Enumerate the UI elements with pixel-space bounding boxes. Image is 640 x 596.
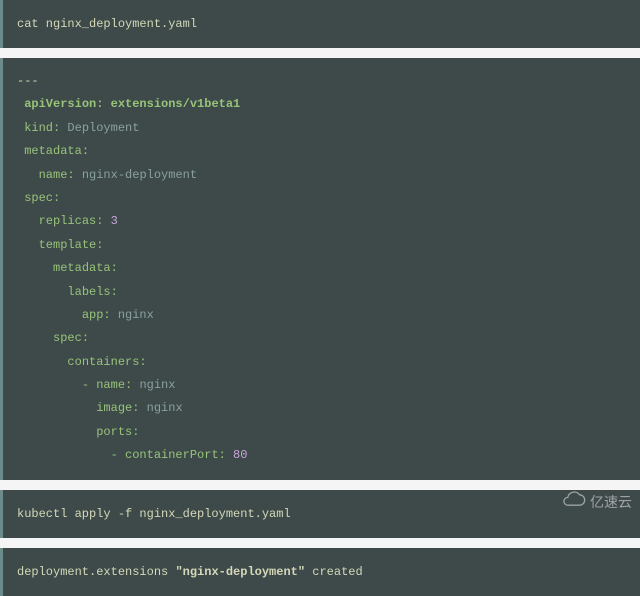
yaml-key-apiversion: apiVersion: — [24, 97, 103, 111]
output-name: "nginx-deployment" — [175, 565, 305, 579]
yaml-key-replicas: replicas: — [39, 214, 104, 228]
yaml-val-cname: nginx — [139, 378, 175, 392]
code-block-yaml: --- apiVersion: extensions/v1beta1 kind:… — [0, 58, 640, 480]
yaml-key-labels: labels: — [67, 285, 117, 299]
code-block-output: deployment.extensions "nginx-deployment"… — [0, 548, 640, 596]
yaml-doc-start: --- — [17, 74, 39, 88]
yaml-key-ports: ports: — [96, 425, 139, 439]
yaml-key-image: image: — [96, 401, 139, 415]
shell-command-apply: kubectl apply -f nginx_deployment.yaml — [17, 507, 291, 521]
yaml-val-kind: Deployment — [67, 121, 139, 135]
yaml-key-cname: - name: — [82, 378, 132, 392]
yaml-key-metadata: metadata: — [24, 144, 89, 158]
yaml-key-spec: spec: — [24, 191, 60, 205]
output-post: created — [305, 565, 363, 579]
code-block-cat: cat nginx_deployment.yaml — [0, 0, 640, 48]
shell-command: cat nginx_deployment.yaml — [17, 17, 197, 31]
yaml-val-name: nginx-deployment — [82, 168, 197, 182]
watermark-text: 亿速云 — [590, 492, 632, 512]
watermark: 亿速云 — [560, 491, 632, 512]
yaml-val-apiversion: extensions/v1beta1 — [111, 97, 241, 111]
yaml-val-replicas: 3 — [111, 214, 118, 228]
yaml-key-containers: containers: — [67, 355, 146, 369]
yaml-key-app: app: — [82, 308, 111, 322]
yaml-val-image: nginx — [147, 401, 183, 415]
yaml-key-tmpl-metadata: metadata: — [53, 261, 118, 275]
cloud-icon — [560, 491, 586, 512]
yaml-key-template: template: — [39, 238, 104, 252]
code-block-apply: kubectl apply -f nginx_deployment.yaml — [0, 490, 640, 538]
output-pre: deployment.extensions — [17, 565, 175, 579]
yaml-val-cport: 80 — [233, 448, 247, 462]
yaml-val-app: nginx — [118, 308, 154, 322]
yaml-key-name: name: — [39, 168, 75, 182]
yaml-key-kind: kind: — [24, 121, 60, 135]
yaml-key-cport: - containerPort: — [111, 448, 226, 462]
yaml-key-tmpl-spec: spec: — [53, 331, 89, 345]
